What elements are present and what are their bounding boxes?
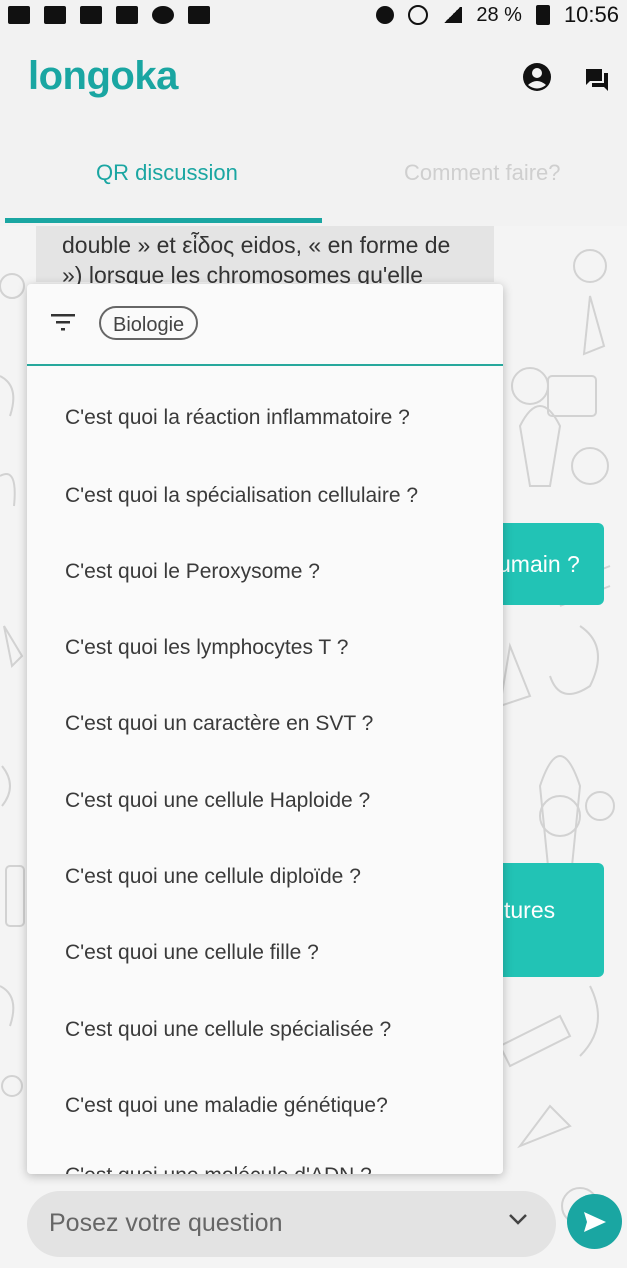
filter-icon[interactable] [51, 312, 75, 332]
sent-message-text-1: umain ? [498, 551, 580, 577]
suggestion-item[interactable]: C'est quoi une cellule diploïde ? [65, 865, 361, 889]
battery-icon [535, 5, 550, 25]
clock: 10:56 [563, 2, 619, 27]
suggestion-item[interactable]: C'est quoi le Peroxysome ? [65, 560, 320, 584]
chat-icon[interactable] [584, 67, 610, 93]
suggestion-item[interactable]: C'est quoi une cellule fille ? [65, 941, 319, 965]
suggestion-item[interactable]: C'est quoi une cellule spécialisée ? [65, 1018, 391, 1042]
suggestion-item[interactable]: C'est quoi la réaction inflammatoire ? [65, 406, 410, 430]
tab-bar: QR discussion Comment faire? [0, 130, 627, 226]
notification-icons [8, 6, 210, 24]
app-icon [44, 6, 66, 24]
chevron-down-icon[interactable] [507, 1211, 529, 1227]
tab-indicator [5, 218, 322, 223]
suggestion-item[interactable]: C'est quoi la spécialisation cellulaire … [65, 484, 418, 508]
message-line-1: double » et εἶδος eidos, « en forme de [62, 232, 451, 258]
sent-message-bubble-2: tures [490, 863, 604, 977]
dnd-icon [376, 6, 395, 24]
tab-comment-faire[interactable]: Comment faire? [404, 160, 561, 186]
app-icon-3 [188, 6, 210, 24]
question-input-bar[interactable]: Posez votre question [27, 1191, 556, 1257]
send-button[interactable] [567, 1194, 622, 1249]
category-chip[interactable]: Biologie [99, 306, 199, 340]
alarm-icon [408, 5, 429, 25]
app-logo: longoka [28, 54, 178, 98]
send-icon [583, 1211, 606, 1232]
tab-qr-discussion[interactable]: QR discussion [96, 160, 238, 186]
n-icon [116, 6, 138, 24]
battery-percent: 28 % [476, 3, 522, 26]
received-message-bubble: double » et εἶδος eidos, « en forme de »… [36, 226, 494, 288]
system-status: 28 % 10:56 [376, 2, 619, 28]
signal-icon [442, 7, 463, 23]
suggestion-item[interactable]: C'est quoi une maladie génétique? [65, 1094, 388, 1118]
suggestion-item[interactable]: C'est quoi une molécule d'ADN ? [65, 1164, 372, 1174]
suggestion-item[interactable]: C'est quoi les lymphocytes T ? [65, 636, 348, 660]
sent-message-text-2: tures [504, 897, 556, 923]
sent-message-bubble-1: umain ? [490, 523, 604, 605]
app-bar: longoka [0, 30, 627, 130]
account-circle-icon[interactable] [522, 62, 552, 92]
mail-icon [8, 6, 30, 24]
suggestion-item[interactable]: C'est quoi une cellule Haploide ? [65, 789, 370, 813]
status-bar: 28 % 10:56 [0, 0, 627, 30]
dropdown-header: Biologie [27, 284, 503, 366]
question-suggestions-dropdown: Biologie C'est quoi la réaction inflamma… [27, 284, 503, 1174]
image-icon [80, 6, 102, 24]
question-input[interactable]: Posez votre question [49, 1209, 282, 1238]
app-icon-2 [152, 6, 174, 24]
suggestion-item[interactable]: C'est quoi un caractère en SVT ? [65, 712, 373, 736]
